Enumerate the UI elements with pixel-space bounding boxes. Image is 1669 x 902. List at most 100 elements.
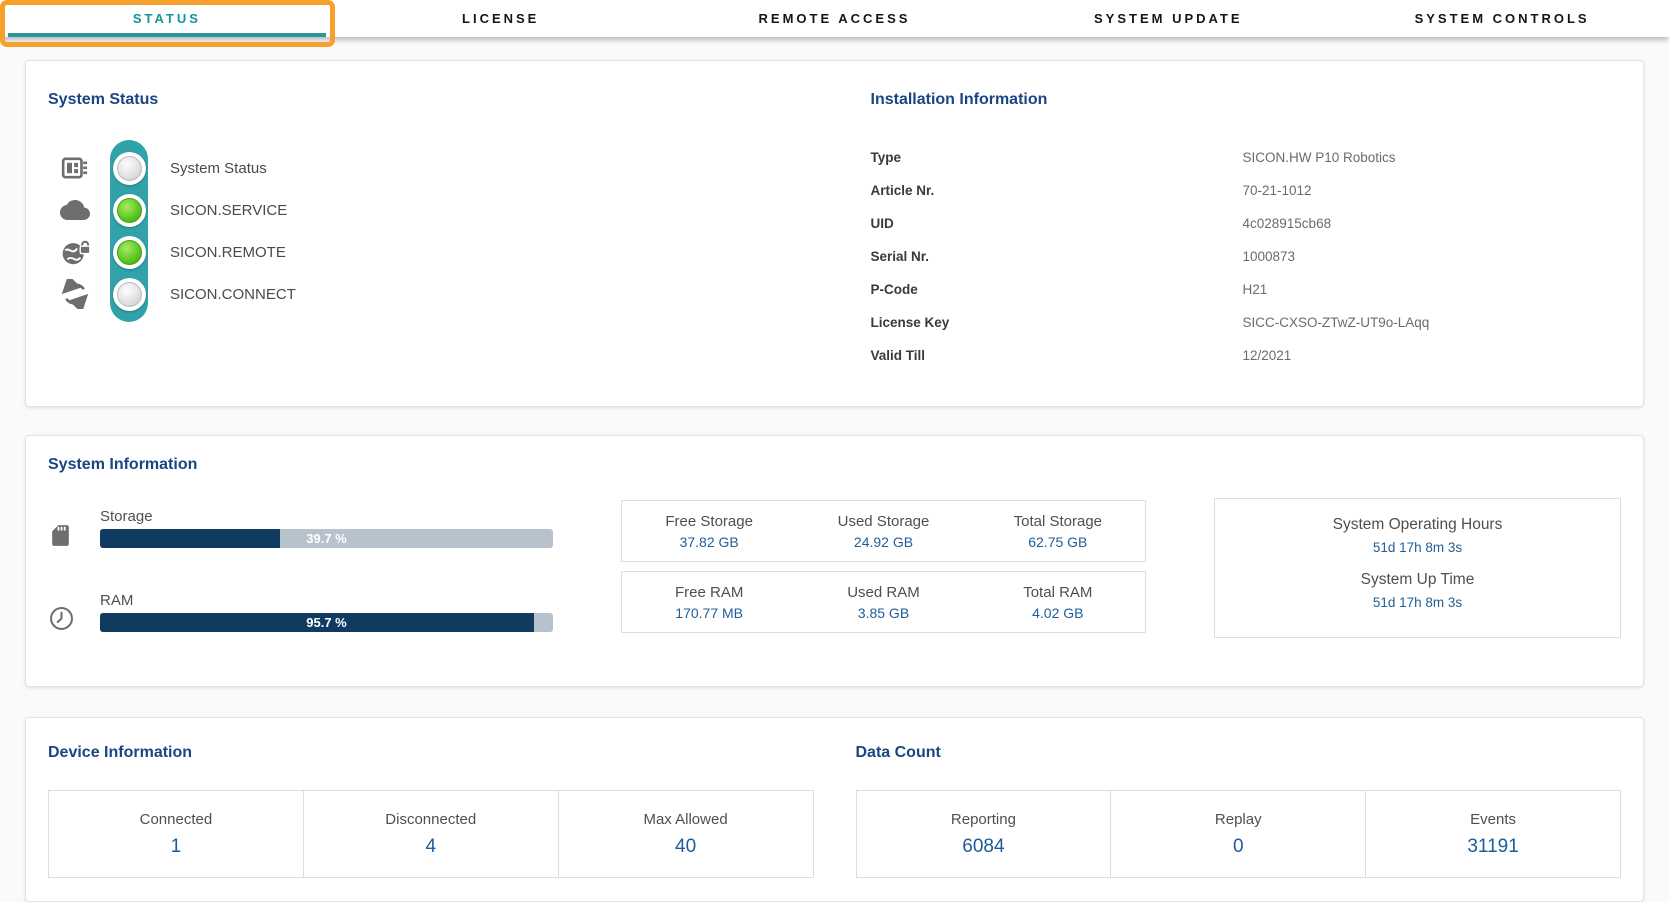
status-led bbox=[113, 152, 146, 185]
count-cell: Connected 1 bbox=[49, 791, 303, 877]
uptime-value: 51d 17h 8m 3s bbox=[1373, 595, 1462, 610]
device-info-box: Connected 1 Disconnected 4 Max Allowed 4… bbox=[48, 790, 814, 878]
count-cell: Events 31191 bbox=[1365, 791, 1620, 877]
storage-progress-bar: 39.7 % bbox=[100, 529, 553, 548]
installation-info-section: Installation Information TypeSICON.HW P1… bbox=[835, 91, 1622, 386]
stat-label: Total Storage bbox=[1014, 513, 1102, 530]
kv-value: H21 bbox=[1243, 282, 1268, 297]
installation-rows: TypeSICON.HW P10 Robotics Article Nr.70-… bbox=[871, 141, 1622, 372]
count-value: 31191 bbox=[1467, 836, 1518, 858]
stat-cell: Free RAM 170.77 MB bbox=[622, 572, 796, 632]
tab-label: LICENSE bbox=[462, 11, 539, 26]
stat-label: Free RAM bbox=[675, 584, 743, 601]
tab-active-indicator bbox=[8, 33, 326, 37]
count-value: 40 bbox=[675, 836, 696, 858]
status-label: SICON.REMOTE bbox=[156, 244, 488, 261]
count-value: 6084 bbox=[962, 836, 1004, 858]
status-row: SICON.REMOTE bbox=[48, 231, 488, 273]
stat-value: 62.75 GB bbox=[1028, 534, 1087, 550]
gauge-label: Storage bbox=[100, 508, 553, 525]
board-icon bbox=[48, 155, 102, 181]
ram-stats-box: Free RAM 170.77 MB Used RAM 3.85 GB Tota… bbox=[621, 571, 1146, 633]
uptime-section: System Operating Hours 51d 17h 8m 3s Sys… bbox=[1214, 456, 1621, 666]
device-info-section: Device Information Connected 1 Disconnec… bbox=[48, 744, 814, 878]
stat-value: 4.02 GB bbox=[1032, 605, 1083, 621]
tab-label: REMOTE ACCESS bbox=[759, 11, 911, 26]
device-info-title: Device Information bbox=[48, 744, 814, 762]
stat-value: 24.92 GB bbox=[854, 534, 913, 550]
count-label: Disconnected bbox=[385, 811, 476, 828]
tab-label: SYSTEM UPDATE bbox=[1094, 11, 1243, 26]
uptime-label: System Up Time bbox=[1361, 571, 1475, 589]
kv-row: UID4c028915cb68 bbox=[871, 207, 1622, 240]
status-label: System Status bbox=[156, 160, 488, 177]
kv-label: Serial Nr. bbox=[871, 249, 1243, 264]
gauges-section: System Information Storage 39.7 % bbox=[48, 456, 553, 666]
count-label: Max Allowed bbox=[643, 811, 727, 828]
tab-bar: STATUS LICENSE REMOTE ACCESS SYSTEM UPDA… bbox=[0, 0, 1669, 37]
count-value: 1 bbox=[171, 836, 182, 858]
kv-value: 1000873 bbox=[1243, 249, 1296, 264]
globe-lock-icon bbox=[48, 238, 102, 267]
tab-status[interactable]: STATUS bbox=[0, 0, 334, 37]
stat-cell: Used Storage 24.92 GB bbox=[796, 501, 970, 561]
kv-label: Article Nr. bbox=[871, 183, 1243, 198]
installation-info-title: Installation Information bbox=[871, 91, 1622, 109]
status-led bbox=[113, 194, 146, 227]
ram-progress-bar: 95.7 % bbox=[100, 613, 553, 632]
count-cell: Reporting 6084 bbox=[857, 791, 1111, 877]
counters-card: Device Information Connected 1 Disconnec… bbox=[25, 717, 1644, 902]
stat-cell: Total Storage 62.75 GB bbox=[971, 501, 1145, 561]
count-cell: Replay 0 bbox=[1110, 791, 1365, 877]
kv-row: Valid Till12/2021 bbox=[871, 339, 1622, 372]
kv-label: P-Code bbox=[871, 282, 1243, 297]
count-value: 4 bbox=[425, 836, 436, 858]
system-status-section: System Status System Status bbox=[48, 91, 835, 386]
stat-cell: Used RAM 3.85 GB bbox=[796, 572, 970, 632]
status-row: SICON.CONNECT bbox=[48, 273, 488, 315]
uptime-box: System Operating Hours 51d 17h 8m 3s Sys… bbox=[1214, 498, 1621, 638]
tab-remote-access[interactable]: REMOTE ACCESS bbox=[668, 0, 1002, 37]
count-cell: Disconnected 4 bbox=[303, 791, 558, 877]
tab-label: STATUS bbox=[133, 11, 201, 26]
status-led bbox=[113, 278, 146, 311]
sd-card-icon bbox=[48, 523, 100, 548]
stat-label: Free Storage bbox=[665, 513, 753, 530]
tab-label: SYSTEM CONTROLS bbox=[1415, 11, 1590, 26]
memory-stats-section: Free Storage 37.82 GB Used Storage 24.92… bbox=[621, 456, 1146, 666]
kv-label: Type bbox=[871, 150, 1243, 165]
kv-value: SICC-CXSO-ZTwZ-UT9o-LAqq bbox=[1243, 315, 1430, 330]
stat-value: 37.82 GB bbox=[680, 534, 739, 550]
tab-system-controls[interactable]: SYSTEM CONTROLS bbox=[1335, 0, 1669, 37]
stat-label: Total RAM bbox=[1023, 584, 1092, 601]
kv-value: 70-21-1012 bbox=[1243, 183, 1312, 198]
count-label: Events bbox=[1470, 811, 1516, 828]
kv-value: 12/2021 bbox=[1243, 348, 1292, 363]
count-label: Replay bbox=[1215, 811, 1262, 828]
status-label: SICON.SERVICE bbox=[156, 202, 488, 219]
tab-license[interactable]: LICENSE bbox=[334, 0, 668, 37]
kv-value: 4c028915cb68 bbox=[1243, 216, 1332, 231]
ram-gauge: RAM 95.7 % bbox=[48, 592, 553, 632]
count-value: 0 bbox=[1233, 836, 1244, 858]
clock-icon bbox=[48, 605, 100, 632]
data-count-box: Reporting 6084 Replay 0 Events 31191 bbox=[856, 790, 1622, 878]
storage-gauge: Storage 39.7 % bbox=[48, 508, 553, 548]
kv-value: SICON.HW P10 Robotics bbox=[1243, 150, 1396, 165]
uptime-label: System Operating Hours bbox=[1333, 516, 1503, 534]
count-label: Connected bbox=[140, 811, 213, 828]
stat-label: Used RAM bbox=[847, 584, 920, 601]
kv-row: Article Nr.70-21-1012 bbox=[871, 174, 1622, 207]
stat-cell: Total RAM 4.02 GB bbox=[971, 572, 1145, 632]
kv-label: UID bbox=[871, 216, 1243, 231]
kv-row: License KeySICC-CXSO-ZTwZ-UT9o-LAqq bbox=[871, 306, 1622, 339]
stat-cell: Free Storage 37.82 GB bbox=[622, 501, 796, 561]
progress-label: 39.7 % bbox=[100, 529, 553, 548]
kv-row: P-CodeH21 bbox=[871, 273, 1622, 306]
status-row: SICON.SERVICE bbox=[48, 189, 488, 231]
traffic-light: System Status SICON.SERVICE bbox=[48, 147, 488, 315]
system-info-title: System Information bbox=[48, 456, 553, 474]
status-row: System Status bbox=[48, 147, 488, 189]
kv-label: License Key bbox=[871, 315, 1243, 330]
tab-system-update[interactable]: SYSTEM UPDATE bbox=[1001, 0, 1335, 37]
